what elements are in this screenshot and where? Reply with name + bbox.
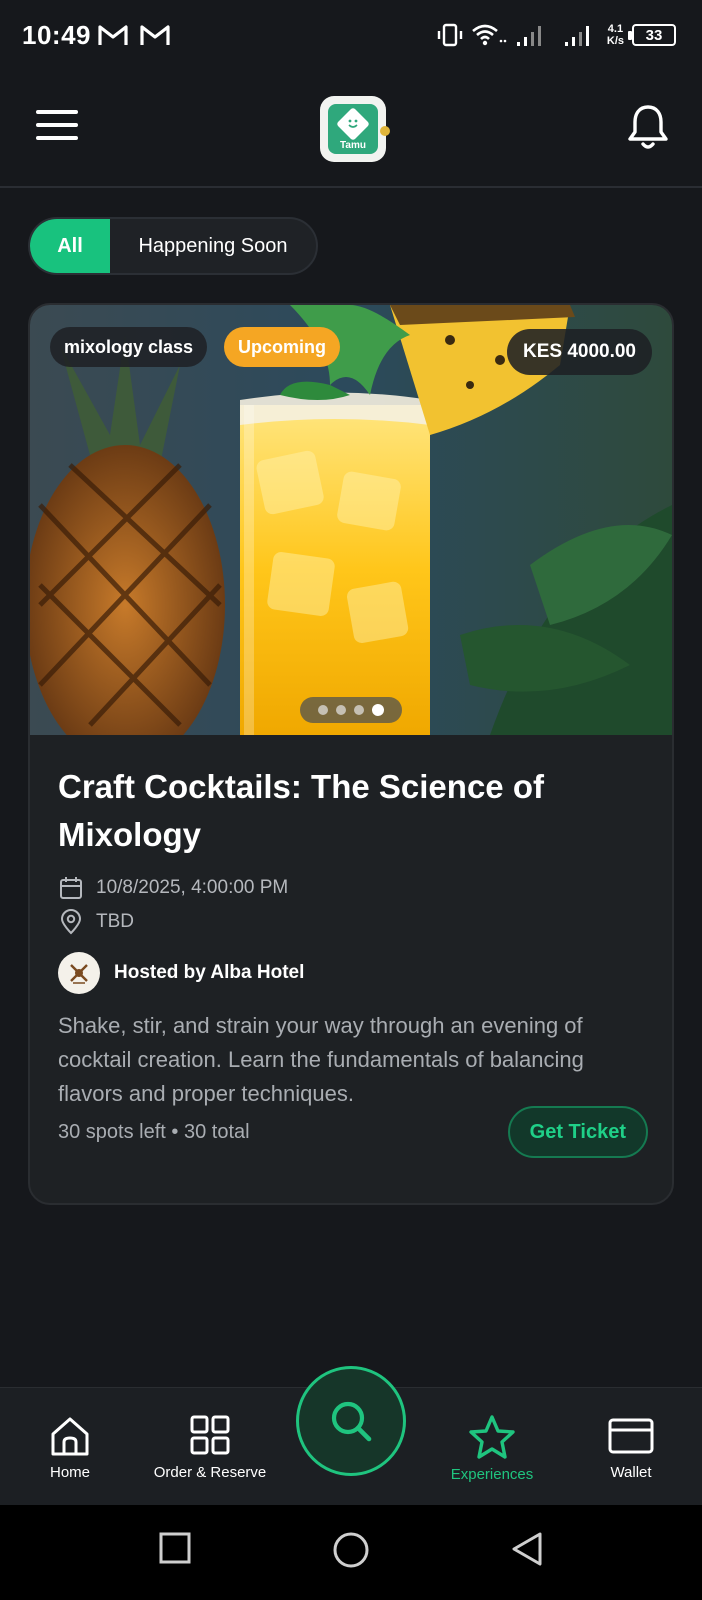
menu-button[interactable]: [36, 110, 78, 142]
home-circle-icon[interactable]: [332, 1531, 370, 1569]
gmail-icon: [98, 25, 128, 45]
calendar-icon: [60, 877, 82, 899]
carousel-dot[interactable]: [354, 705, 364, 715]
event-description: Shake, stir, and strain your way through…: [58, 1013, 584, 1106]
event-image-carousel[interactable]: mixology class Upcoming KES 4000.00: [30, 305, 672, 735]
logo-coin: [380, 126, 390, 136]
event-details: Craft Cocktails: The Science of Mixology…: [58, 763, 648, 1111]
spots-remaining: 30 spots left • 30 total: [58, 1120, 250, 1143]
nav-label-wallet: Wallet: [610, 1464, 652, 1481]
filter-tab-happening-soon[interactable]: Happening Soon: [110, 219, 316, 273]
menu-icon-bar: [36, 110, 78, 114]
app-header: Tamu: [0, 70, 702, 188]
gmail-icon: [140, 25, 170, 45]
grid-icon: [190, 1415, 230, 1455]
event-title: Craft Cocktails: The Science of Mixology: [58, 768, 544, 853]
status-time: 10:49: [22, 20, 91, 50]
filter-tabs: All Happening Soon: [28, 217, 318, 275]
star-icon: [469, 1415, 515, 1459]
host-row[interactable]: Hosted by Alba Hotel: [58, 951, 648, 995]
recents-icon[interactable]: [158, 1531, 192, 1565]
status-bar: 10:49 4.1 K/s 33: [0, 0, 702, 70]
event-datetime-row: 10/8/2025, 4:00:00 PM: [58, 871, 648, 905]
card-footer: 30 spots left • 30 total Get Ticket: [58, 1105, 648, 1159]
nav-item-experiences[interactable]: Experiences: [440, 1388, 544, 1506]
network-speed-unit: K/s: [606, 35, 624, 47]
status-icons: 4.1 K/s 33: [437, 18, 676, 52]
logo-text: Tamu: [340, 140, 366, 151]
logo-face-icon: [348, 119, 358, 128]
status-chip: Upcoming: [224, 327, 340, 367]
nav-item-wallet[interactable]: Wallet: [592, 1388, 670, 1506]
location-pin-icon: [60, 909, 82, 935]
system-nav-bar: [0, 1505, 702, 1600]
wallet-icon: [608, 1418, 654, 1454]
carousel-dot-active[interactable]: [372, 704, 384, 716]
nav-item-home[interactable]: Home: [28, 1388, 112, 1506]
event-card[interactable]: mixology class Upcoming KES 4000.00 Craf…: [28, 303, 674, 1205]
host-avatar: [58, 952, 100, 994]
app-logo[interactable]: Tamu: [320, 96, 390, 162]
host-name: Hosted by Alba Hotel: [114, 962, 305, 983]
battery-icon: 33: [628, 24, 676, 46]
home-icon: [51, 1417, 89, 1456]
nav-label-experiences: Experiences: [450, 1466, 534, 1483]
nav-item-order-reserve[interactable]: Order & Reserve: [150, 1388, 270, 1506]
notification-bell-icon[interactable]: [626, 102, 670, 152]
vibrate-icon: [437, 23, 463, 47]
event-location: TBD: [96, 911, 134, 932]
network-speed-value: 4.1: [607, 23, 624, 35]
carousel-indicator: [300, 697, 402, 723]
nav-label-home: Home: [49, 1464, 90, 1481]
wifi-icon: [472, 24, 507, 46]
search-button[interactable]: [296, 1366, 406, 1476]
carousel-dot[interactable]: [336, 705, 346, 715]
event-location-row: TBD: [58, 905, 648, 939]
category-chip: mixology class: [50, 327, 208, 367]
battery-level: 33: [645, 26, 663, 44]
carousel-dot[interactable]: [318, 705, 328, 715]
search-icon: [331, 1401, 372, 1442]
back-icon[interactable]: [510, 1531, 544, 1567]
nav-label-order-reserve: Order & Reserve: [153, 1464, 267, 1481]
get-ticket-button[interactable]: Get Ticket: [507, 1106, 648, 1158]
screen: 10:49 4.1 K/s 33 Tamu All Happening Soon…: [0, 0, 702, 1600]
logo-mark: Tamu: [328, 104, 378, 154]
network-speed: 4.1 K/s: [607, 23, 624, 47]
filter-tab-all[interactable]: All: [30, 219, 110, 273]
signal-icon: [516, 26, 541, 46]
signal-icon-2: [564, 26, 589, 46]
menu-icon-bar: [36, 136, 78, 140]
menu-icon-bar: [36, 123, 78, 127]
price-chip: KES 4000.00: [506, 329, 652, 375]
event-datetime: 10/8/2025, 4:00:00 PM: [96, 877, 289, 898]
host-logo-icon: [70, 964, 88, 984]
